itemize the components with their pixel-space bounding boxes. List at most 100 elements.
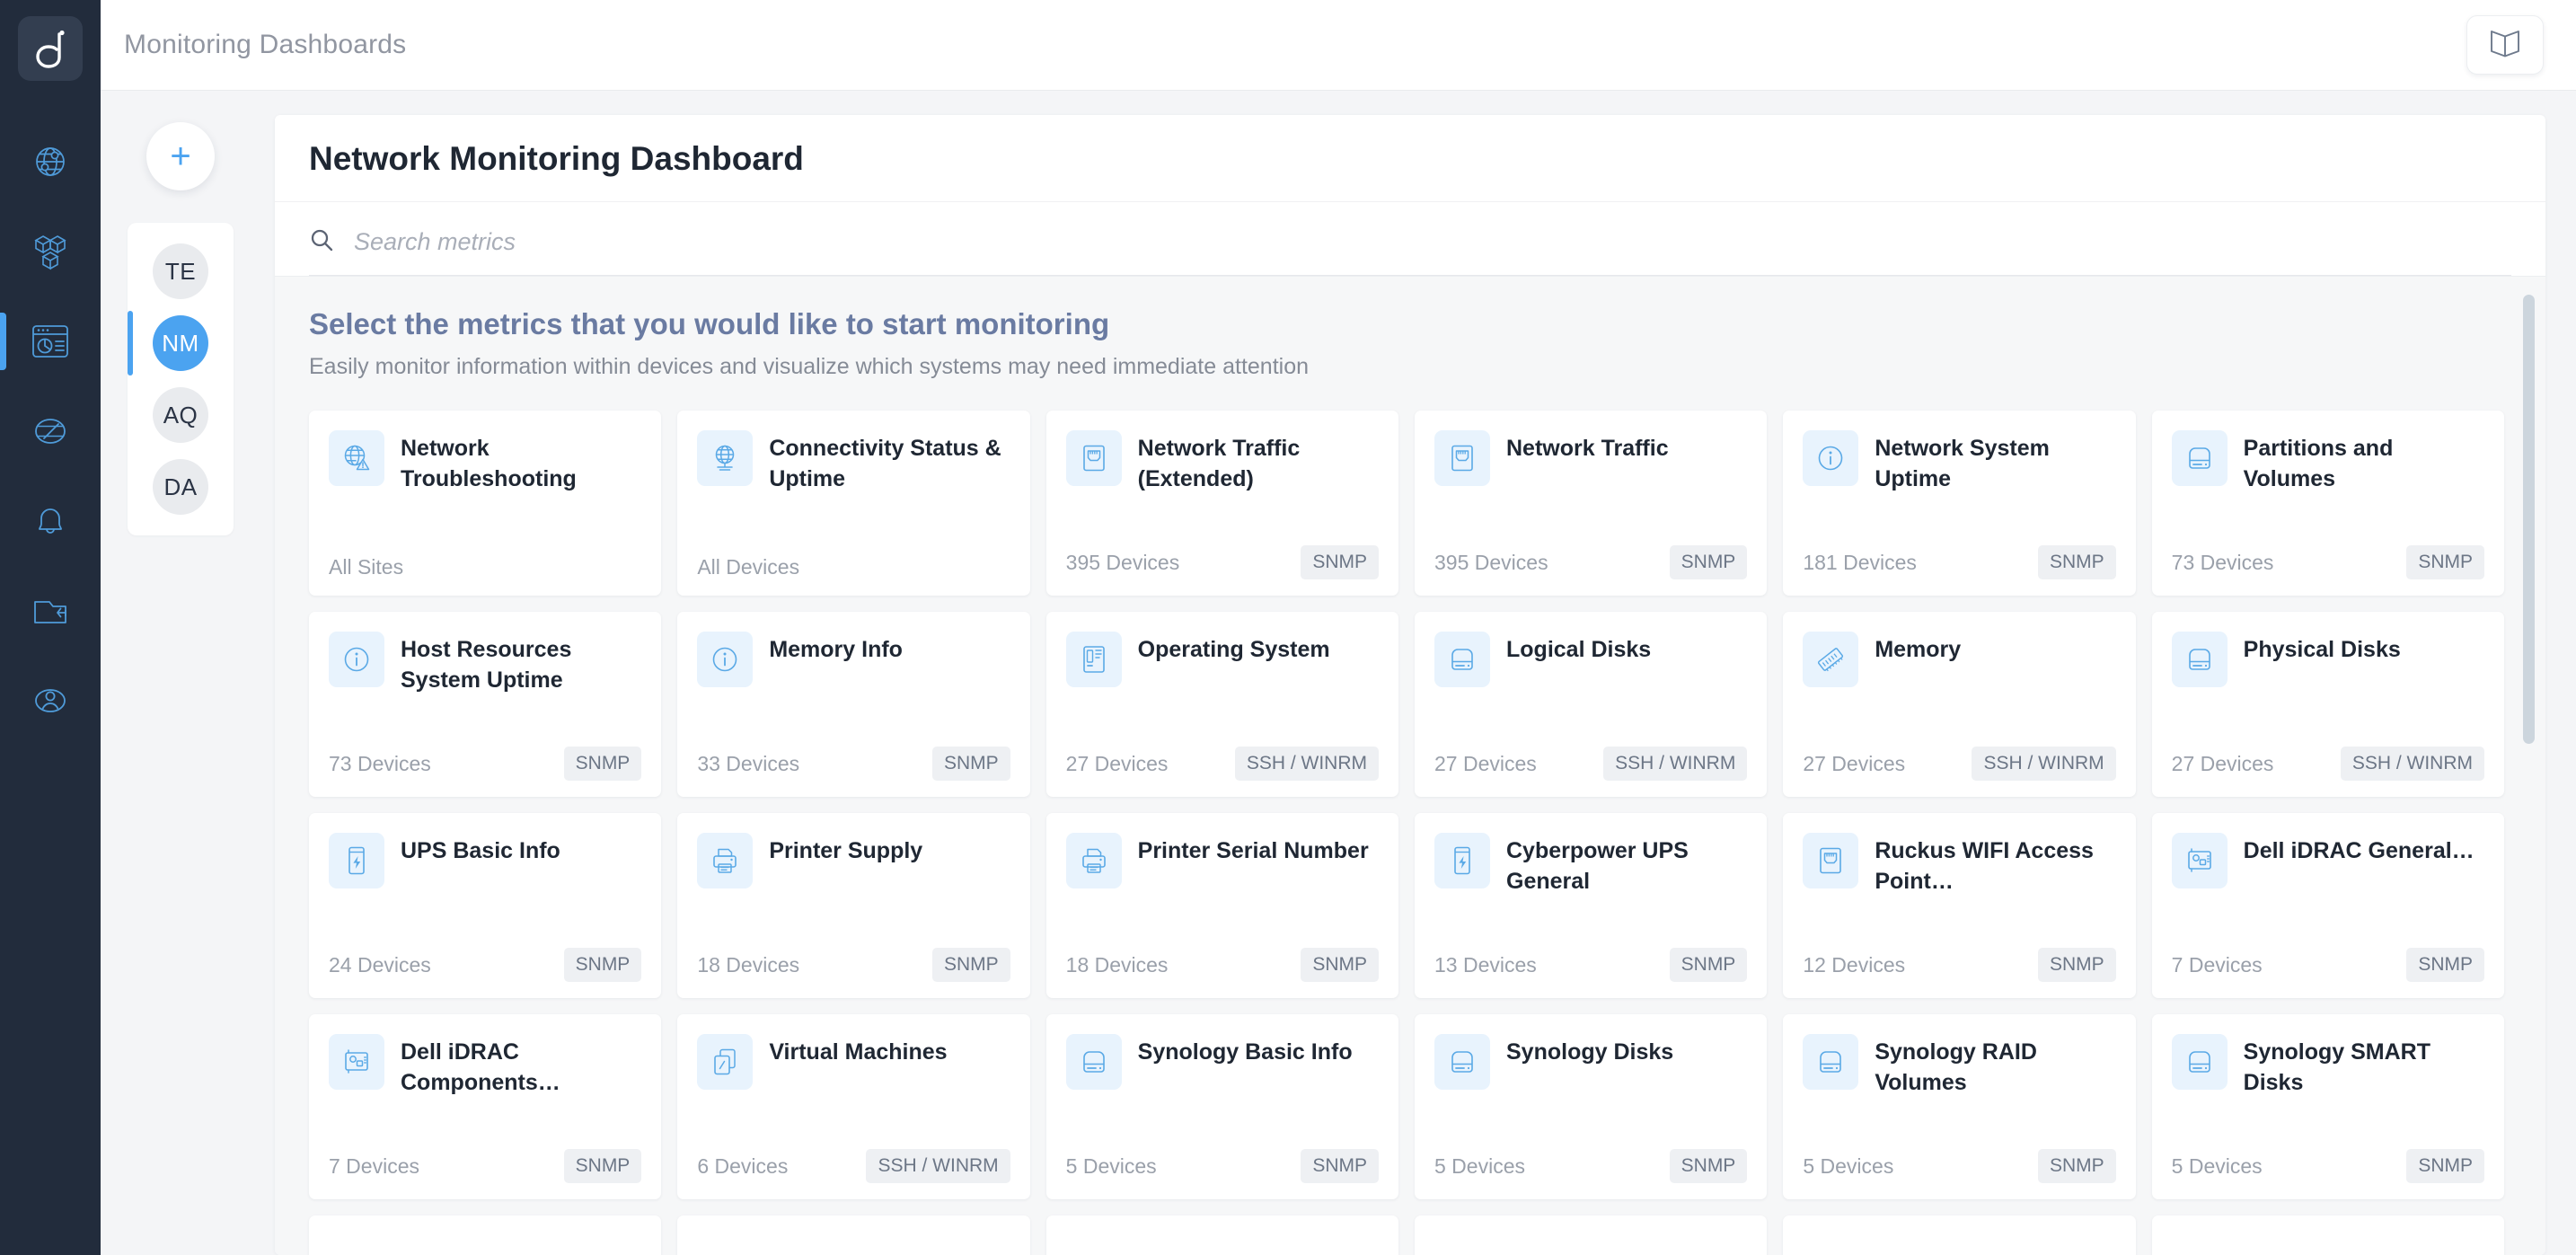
dashboard-initials: AQ <box>153 387 208 443</box>
metric-card[interactable]: Synology Disks 5 Devices SNMP <box>1415 1014 1768 1199</box>
metric-device-count: 27 Devices <box>2171 751 2274 775</box>
metric-card[interactable]: Connectivity Status & Uptime All Devices <box>677 411 1030 596</box>
app-logo[interactable] <box>18 16 83 81</box>
metric-card[interactable]: Network System Uptime 181 Devices SNMP <box>1783 411 2136 596</box>
documentation-button[interactable] <box>2466 15 2544 75</box>
metric-card-footer: All Devices <box>697 555 1010 579</box>
metric-card[interactable]: Ruckus WIFI Access Point… 12 Devices SNMP <box>1783 813 2136 998</box>
metric-card[interactable]: Synology Basic Info 5 Devices SNMP <box>1045 1014 1398 1199</box>
dashboard-item-da[interactable]: DA <box>128 451 234 523</box>
metric-protocol-badge: SNMP <box>2037 1149 2116 1183</box>
metric-card-footer: 5 Devices SNMP <box>1066 1149 1379 1183</box>
metric-card-footer: All Sites <box>329 555 641 579</box>
metric-device-count: 181 Devices <box>1803 550 1917 574</box>
metric-card-footer: 12 Devices SNMP <box>1803 948 2116 982</box>
metric-card[interactable]: UPS Basic Info 24 Devices SNMP <box>309 813 662 998</box>
metric-card[interactable]: Network Traffic 395 Devices SNMP <box>1415 411 1768 596</box>
metric-card[interactable] <box>309 1215 662 1255</box>
dashboard-item-nm[interactable]: NM <box>128 307 234 379</box>
metric-card[interactable]: Dell iDRAC General… 7 Devices SNMP <box>2151 813 2504 998</box>
metric-card[interactable] <box>1045 1215 1398 1255</box>
disk-icon <box>2171 632 2228 687</box>
metric-card-top: Synology Disks <box>1434 1034 1747 1090</box>
search-icon <box>309 227 334 257</box>
memory-stick-icon <box>1803 632 1859 687</box>
globe-alert-icon <box>329 430 384 486</box>
metric-card[interactable] <box>2151 1215 2504 1255</box>
metric-card[interactable]: Cyberpower UPS General 13 Devices SNMP <box>1415 813 1768 998</box>
metric-card-top: Logical Disks <box>1434 632 1747 687</box>
metric-card[interactable]: Network Traffic (Extended) 395 Devices SNM… <box>1045 411 1398 596</box>
metric-device-count: 5 Devices <box>1803 1153 1894 1178</box>
info-circle-icon <box>329 632 384 687</box>
metric-card[interactable]: Physical Disks 27 Devices SSH / WINRM <box>2151 612 2504 797</box>
rail-item-dashboards[interactable] <box>0 296 101 386</box>
metric-device-count: 73 Devices <box>329 751 431 775</box>
metric-protocol-badge: SNMP <box>1301 545 1379 579</box>
metric-card-top: Dell iDRAC Components… <box>329 1034 641 1098</box>
metric-card-footer: 24 Devices SNMP <box>329 948 642 982</box>
metric-device-count: 27 Devices <box>1065 751 1169 775</box>
metric-card[interactable] <box>677 1215 1030 1255</box>
metric-protocol-badge: SNMP <box>1301 1149 1379 1183</box>
search-input[interactable] <box>354 228 2511 256</box>
metric-device-count: 18 Devices <box>1065 952 1169 977</box>
metric-card[interactable] <box>1783 1215 2136 1255</box>
rail-item-performance[interactable] <box>0 386 101 476</box>
metric-card-top: Network Troubleshooting <box>329 430 641 494</box>
rail-item-alerts[interactable] <box>0 476 101 566</box>
metric-card-top: Synology SMART Disks <box>2171 1034 2484 1098</box>
metric-device-count: 5 Devices <box>1434 1153 1525 1178</box>
metric-card-title: Connectivity Status & Uptime <box>769 436 1001 491</box>
metric-device-count: 5 Devices <box>1065 1153 1157 1178</box>
metric-card-footer: 7 Devices SNMP <box>329 1149 642 1183</box>
metric-card-title: Synology Basic Info <box>1137 1039 1353 1065</box>
metric-card[interactable]: Partitions and Volumes 73 Devices SNMP <box>2151 411 2504 596</box>
printer-icon <box>697 833 754 888</box>
rail-item-inventory[interactable] <box>0 207 101 296</box>
metric-card-footer: 395 Devices SNMP <box>1066 545 1379 579</box>
metric-card-title: Network Traffic (Extended) <box>1137 436 1301 491</box>
metric-card[interactable]: Network Troubleshooting All Sites <box>309 411 662 596</box>
rail-item-users[interactable] <box>0 656 101 746</box>
metric-card-title: Virtual Machines <box>769 1039 948 1065</box>
metric-card-title: Logical Disks <box>1506 637 1652 662</box>
metric-card-footer: 5 Devices SNMP <box>1803 1149 2116 1183</box>
dashboard-item-aq[interactable]: AQ <box>128 379 234 451</box>
search-row <box>275 202 2545 277</box>
rail-item-reports[interactable] <box>0 566 101 656</box>
add-dashboard-button[interactable]: + <box>146 122 215 190</box>
metric-card[interactable]: Virtual Machines 6 Devices SSH / WINRM <box>677 1014 1030 1199</box>
dashboard-initials: TE <box>153 243 208 299</box>
metric-protocol-badge: SNMP <box>563 1149 642 1183</box>
metric-protocol-badge: SNMP <box>931 948 1010 982</box>
vertical-scrollbar[interactable] <box>2523 295 2535 744</box>
book-icon <box>2487 28 2523 63</box>
ethernet-port-icon <box>1434 430 1490 486</box>
metric-card[interactable]: Synology SMART Disks 5 Devices SNMP <box>2151 1014 2504 1199</box>
metric-card-title: Synology SMART Disks <box>2243 1039 2430 1095</box>
rail-item-network[interactable] <box>0 117 101 207</box>
metric-card[interactable]: Printer Serial Number 18 Devices SNMP <box>1045 813 1398 998</box>
disk-icon <box>1434 1034 1490 1090</box>
metric-card[interactable] <box>1415 1215 1768 1255</box>
main-panel-wrap: Network Monitoring Dashboard Search metr… <box>260 90 2576 1255</box>
metric-card[interactable]: Synology RAID Volumes 5 Devices SNMP <box>1783 1014 2136 1199</box>
dashboard-item-te[interactable]: TE <box>128 235 234 307</box>
metric-card[interactable]: Operating System 27 Devices SSH / WINRM <box>1045 612 1398 797</box>
metric-card[interactable]: Memory 27 Devices SSH / WINRM <box>1783 612 2136 797</box>
metric-card-footer: 7 Devices SNMP <box>2172 948 2484 982</box>
metric-card-footer: 13 Devices SNMP <box>1434 948 1748 982</box>
metric-card-top: Network Traffic <box>1434 430 1747 486</box>
metric-protocol-badge: SSH / WINRM <box>1603 747 1748 781</box>
search-box[interactable] <box>309 218 2511 276</box>
metric-card[interactable]: Logical Disks 27 Devices SSH / WINRM <box>1415 612 1768 797</box>
metric-card[interactable]: Printer Supply 18 Devices SNMP <box>677 813 1030 998</box>
metric-device-count: 27 Devices <box>1803 751 1906 775</box>
metric-card[interactable]: Dell iDRAC Components… 7 Devices SNMP <box>309 1014 662 1199</box>
ethernet-port-icon <box>1065 430 1122 486</box>
user-icon <box>31 682 70 720</box>
metric-protocol-badge: SNMP <box>563 747 642 781</box>
metric-card[interactable]: Host Resources System Uptime 73 Devices SN… <box>309 612 662 797</box>
metric-card[interactable]: Memory Info 33 Devices SNMP <box>677 612 1030 797</box>
